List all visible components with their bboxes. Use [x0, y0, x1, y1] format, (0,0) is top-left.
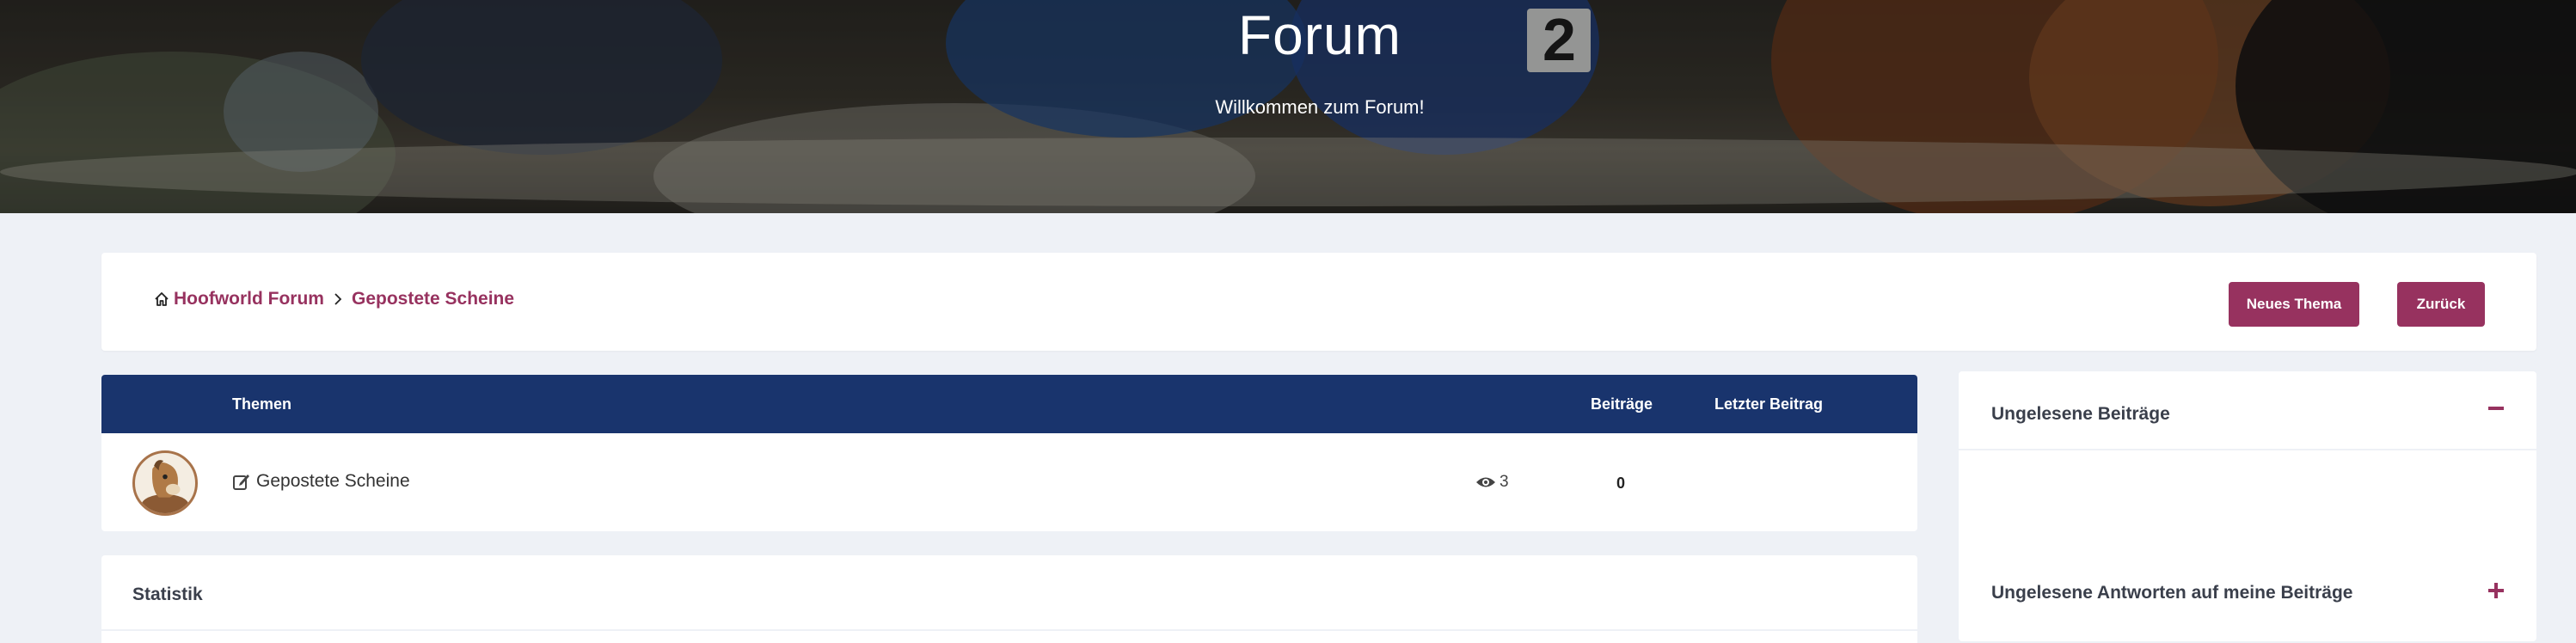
topics-table: Themen Beiträge Letzter Beitrag Gepostet…	[101, 375, 1917, 531]
collapse-icon[interactable]	[2487, 399, 2505, 418]
breadcrumb: Hoofworld Forum Gepostete Scheine	[153, 289, 514, 309]
divider	[101, 629, 1917, 631]
page-subtitle: Willkommen zum Forum!	[1215, 96, 1425, 118]
unread-replies-widget: Ungelesene Antworten auf meine Beiträge	[1959, 555, 2536, 641]
breadcrumb-item-forum[interactable]: Hoofworld Forum	[174, 289, 324, 309]
eye-icon	[1476, 477, 1495, 487]
widget-title: Ungelesene Beiträge	[1991, 404, 2170, 424]
view-count-value: 3	[1500, 473, 1509, 491]
breadcrumb-item-current[interactable]: Gepostete Scheine	[352, 289, 514, 309]
table-header: Themen Beiträge Letzter Beitrag	[101, 375, 1917, 433]
widget-title: Ungelesene Antworten auf meine Beiträge	[1991, 583, 2353, 603]
table-row[interactable]: Gepostete Scheine 3 0	[101, 433, 1917, 531]
post-count: 0	[1616, 475, 1626, 492]
topic-link[interactable]: Gepostete Scheine	[232, 471, 410, 492]
new-topic-button[interactable]: Neues Thema	[2229, 282, 2359, 327]
page-title: Forum	[1238, 4, 1401, 66]
column-header-posts: Beiträge	[1591, 395, 1653, 413]
stats-panel: Statistik	[101, 555, 1917, 643]
divider	[1959, 449, 2536, 450]
topic-title[interactable]: Gepostete Scheine	[256, 471, 410, 492]
column-header-last-post: Letzter Beitrag	[1714, 395, 1824, 413]
breadcrumb-bar: Hoofworld Forum Gepostete Scheine Neues …	[101, 253, 2536, 351]
avatar	[132, 450, 198, 516]
expand-icon[interactable]	[2487, 581, 2505, 600]
view-count: 3	[1475, 473, 1509, 492]
home-icon[interactable]	[153, 291, 170, 308]
stats-title: Statistik	[132, 585, 203, 604]
chevron-right-icon	[334, 293, 342, 305]
column-header-topics: Themen	[232, 395, 292, 413]
back-button[interactable]: Zurück	[2397, 282, 2485, 327]
hero-banner: 2 Forum Willkommen zum Forum!	[0, 0, 2576, 213]
edit-icon	[233, 475, 249, 490]
